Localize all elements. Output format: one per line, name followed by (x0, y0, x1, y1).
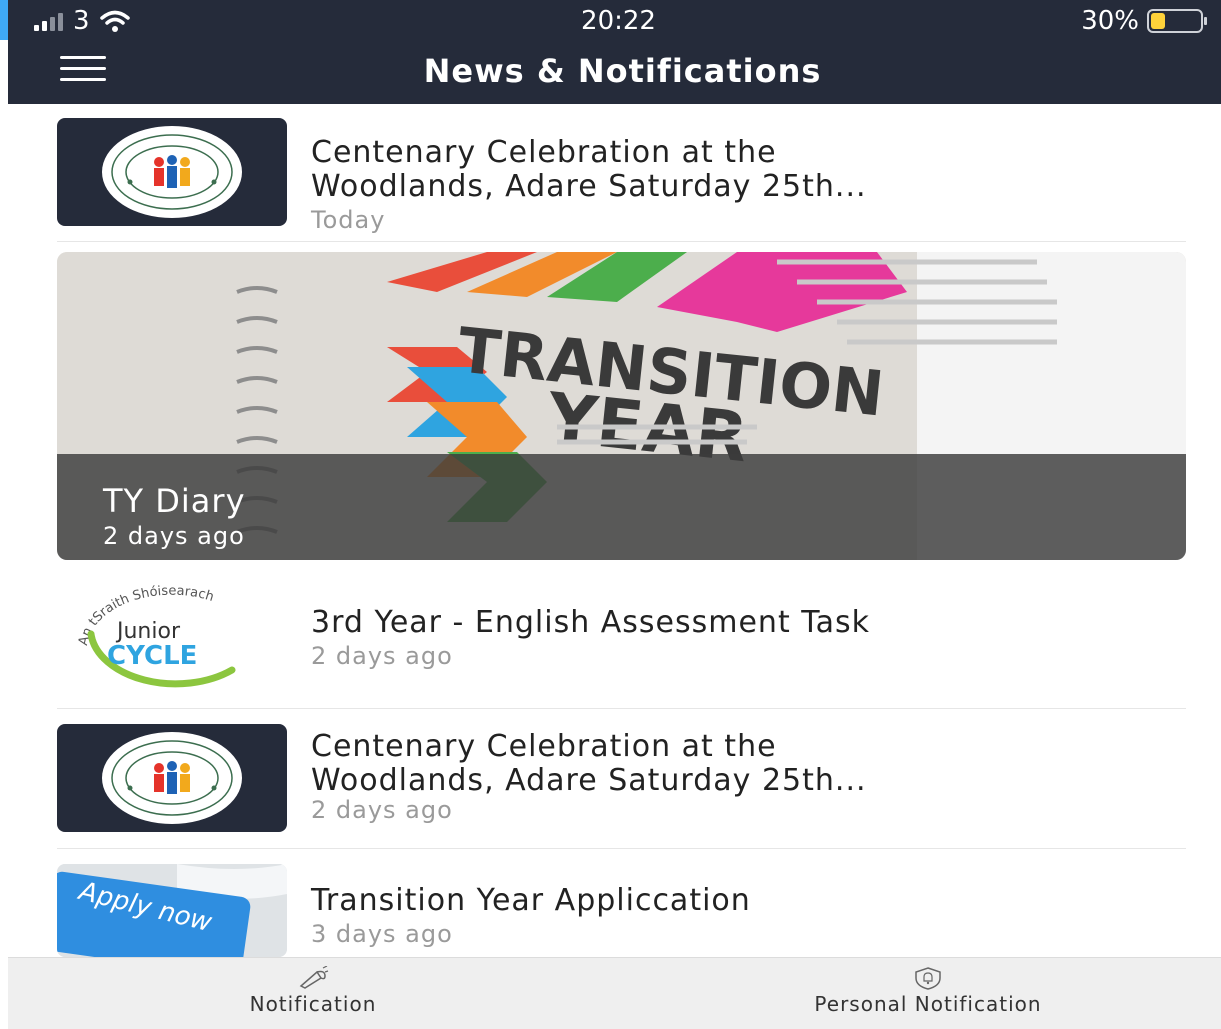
status-bar: 3 20:22 30% (8, 0, 1221, 40)
shield-bell-icon (915, 967, 941, 990)
college-crest-icon (102, 732, 242, 824)
megaphone-icon (299, 966, 329, 989)
college-crest-icon (102, 126, 242, 218)
item-time: 2 days ago (311, 796, 453, 824)
tab-notification-label: Notification (249, 992, 377, 1016)
divider (57, 848, 1186, 849)
tab-personal-notification-label: Personal Notification (814, 992, 1042, 1016)
divider (57, 241, 1186, 242)
featured-card[interactable]: TRANSITION YEAR TY Diary 2 days ago (57, 252, 1186, 560)
left-accent-stripe (0, 0, 8, 40)
item-title-line2: Woodlands, Adare Saturday 25th... (311, 169, 867, 204)
item-time: 3 days ago (311, 920, 453, 948)
item-time: Today (311, 206, 386, 234)
item-title-line1: Centenary Celebration at the (311, 729, 777, 764)
featured-title: TY Diary (103, 482, 246, 520)
item-title: Transition Year Appliccation (311, 883, 751, 918)
divider (57, 708, 1186, 709)
junior-cycle-icon: An tSraith Shóisearach Junior CYCLE (76, 584, 236, 688)
page-title: News & Notifications (423, 52, 822, 90)
status-right: 30% (1081, 6, 1207, 36)
list-item[interactable]: Centenary Celebration at the Woodlands, … (57, 118, 1186, 242)
item-title-line2: Woodlands, Adare Saturday 25th... (311, 763, 867, 798)
item-title: 3rd Year - English Assessment Task (311, 605, 870, 640)
battery-level (1151, 13, 1166, 29)
nav-bar: News & Notifications (8, 40, 1221, 104)
salesian-college-logo (57, 724, 287, 832)
apply-now-key-image: Apply now (57, 864, 287, 957)
junior-cycle-logo: An tSraith Shóisearach Junior CYCLE (57, 584, 287, 692)
item-time: 2 days ago (311, 642, 453, 670)
tab-notification[interactable]: Notification (158, 958, 468, 1029)
bottom-tab-bar: Notification Personal Notification (8, 957, 1221, 1029)
list-item[interactable]: Apply now Transition Year Appliccation 3… (57, 864, 1186, 964)
tab-personal-notification[interactable]: Personal Notification (753, 958, 1103, 1029)
list-item[interactable]: Centenary Celebration at the Woodlands, … (57, 724, 1186, 849)
list-item[interactable]: An tSraith Shóisearach Junior CYCLE 3rd … (57, 584, 1186, 709)
battery-percent: 30% (1081, 6, 1139, 36)
salesian-college-logo (57, 118, 287, 226)
battery-icon (1147, 9, 1207, 33)
status-time: 20:22 (581, 6, 656, 36)
logo-text-cycle: CYCLE (107, 641, 197, 671)
apply-now-key-icon: Apply now (57, 864, 287, 957)
featured-time: 2 days ago (103, 522, 245, 550)
item-title-line1: Centenary Celebration at the (311, 135, 777, 170)
